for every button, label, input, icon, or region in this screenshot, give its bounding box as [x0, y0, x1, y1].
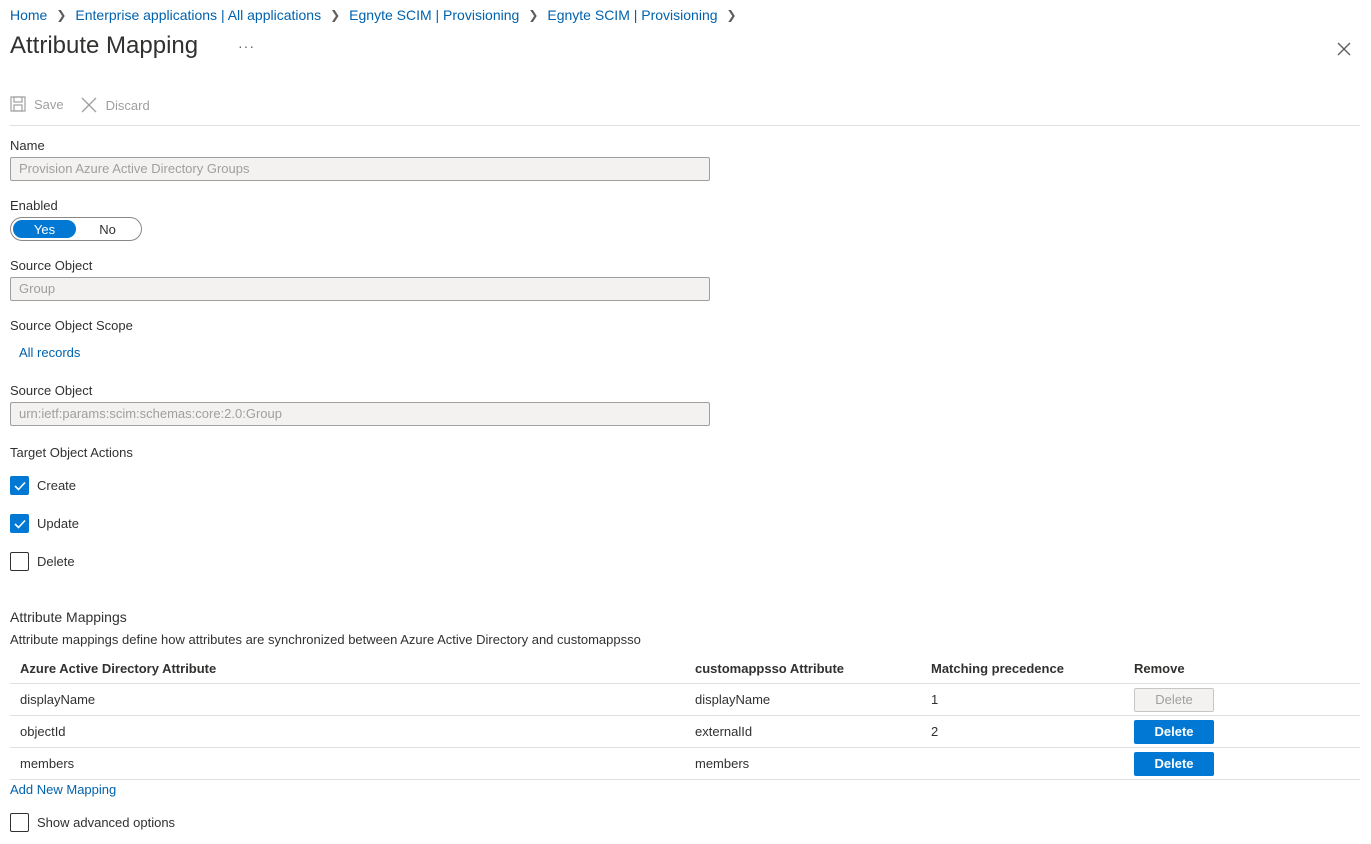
matching-precedence: 2 [931, 724, 939, 739]
delete-mapping-button[interactable]: Delete [1134, 687, 1214, 712]
column-header: Matching precedence [931, 661, 1064, 676]
create-checkbox[interactable]: Create [10, 476, 76, 495]
discard-icon [81, 97, 97, 113]
chevron-right-icon: ❯ [330, 8, 341, 22]
delete-mapping-button[interactable]: Delete [1134, 751, 1214, 776]
enabled-label: Enabled [10, 198, 58, 213]
source-object-field[interactable]: Group [10, 277, 710, 301]
breadcrumb-provisioning-2[interactable]: Egnyte SCIM | Provisioning [547, 7, 717, 23]
remove-cell: Delete [1134, 684, 1214, 715]
table-header: Azure Active Directory Attribute customa… [10, 654, 1360, 684]
close-icon [1337, 42, 1351, 56]
save-icon [10, 96, 26, 112]
target-attribute[interactable]: displayName [695, 684, 770, 715]
scope-label: Source Object Scope [10, 318, 133, 333]
delete-mapping-button[interactable]: Delete [1134, 719, 1214, 744]
chevron-right-icon: ❯ [726, 8, 737, 22]
create-label: Create [37, 478, 77, 493]
name-label: Name [10, 138, 45, 153]
source-object-label: Source Object [10, 258, 93, 273]
target-object-field[interactable]: urn:ietf:params:scim:schemas:core:2.0:Gr… [10, 402, 710, 426]
mappings-table: Azure Active Directory Attribute customa… [10, 654, 1360, 780]
chevron-right-icon: ❯ [528, 8, 539, 22]
column-header: Azure Active Directory Attribute [20, 661, 217, 676]
command-bar: Save Discard [10, 96, 1360, 126]
show-advanced-label: Show advanced options [37, 815, 176, 830]
checkmark-icon [13, 519, 26, 529]
all-records-link[interactable]: All records [19, 345, 80, 360]
chevron-right-icon: ❯ [56, 8, 67, 22]
enabled-toggle[interactable]: Yes No [10, 217, 142, 241]
target-object-label: Source Object [10, 383, 93, 398]
target-attribute[interactable]: externalId [695, 716, 752, 747]
breadcrumb-home[interactable]: Home [10, 7, 47, 23]
table-row[interactable]: objectId externalId 2 Delete [10, 716, 1360, 748]
save-button[interactable]: Save [10, 96, 64, 112]
remove-cell: Delete [1134, 748, 1214, 779]
breadcrumb-provisioning-1[interactable]: Egnyte SCIM | Provisioning [349, 7, 519, 23]
show-advanced-checkbox[interactable]: Show advanced options [10, 813, 175, 832]
column-header: customappsso Attribute [695, 661, 845, 676]
checkbox-box[interactable] [10, 476, 29, 495]
delete-checkbox[interactable]: Delete [10, 552, 75, 571]
remove-cell: Delete [1134, 716, 1214, 747]
checkbox-box[interactable] [10, 514, 29, 533]
matching-precedence: 1 [931, 692, 939, 707]
close-button[interactable] [1333, 38, 1355, 60]
table-row[interactable]: displayName displayName 1 Delete [10, 684, 1360, 716]
mappings-description: Attribute mappings define how attributes… [10, 632, 641, 647]
update-label: Update [37, 516, 79, 531]
delete-label: Delete [37, 554, 75, 569]
source-attribute[interactable]: objectId [20, 716, 66, 747]
more-options-button[interactable]: ··· [238, 38, 255, 54]
enabled-no-option[interactable]: No [76, 220, 139, 238]
column-header: Remove [1134, 661, 1185, 676]
breadcrumb: Home ❯ Enterprise applications | All app… [10, 7, 746, 23]
checkmark-icon [13, 481, 26, 491]
discard-label: Discard [105, 97, 150, 113]
table-row[interactable]: members members Delete [10, 748, 1360, 780]
discard-button[interactable]: Discard [80, 96, 150, 114]
target-attribute[interactable]: members [695, 748, 749, 779]
save-label: Save [34, 96, 64, 112]
add-new-mapping-link[interactable]: Add New Mapping [10, 782, 116, 797]
breadcrumb-enterprise-apps[interactable]: Enterprise applications | All applicatio… [75, 7, 321, 23]
name-field[interactable]: Provision Azure Active Directory Groups [10, 157, 710, 181]
checkbox-box[interactable] [10, 552, 29, 571]
checkbox-box[interactable] [10, 813, 29, 832]
page-title: Attribute Mapping [10, 32, 199, 59]
update-checkbox[interactable]: Update [10, 514, 79, 533]
enabled-yes-option[interactable]: Yes [13, 220, 76, 238]
source-attribute[interactable]: displayName [20, 684, 95, 715]
source-attribute[interactable]: members [20, 748, 74, 779]
mappings-title: Attribute Mappings [10, 609, 127, 625]
actions-label: Target Object Actions [10, 445, 133, 460]
